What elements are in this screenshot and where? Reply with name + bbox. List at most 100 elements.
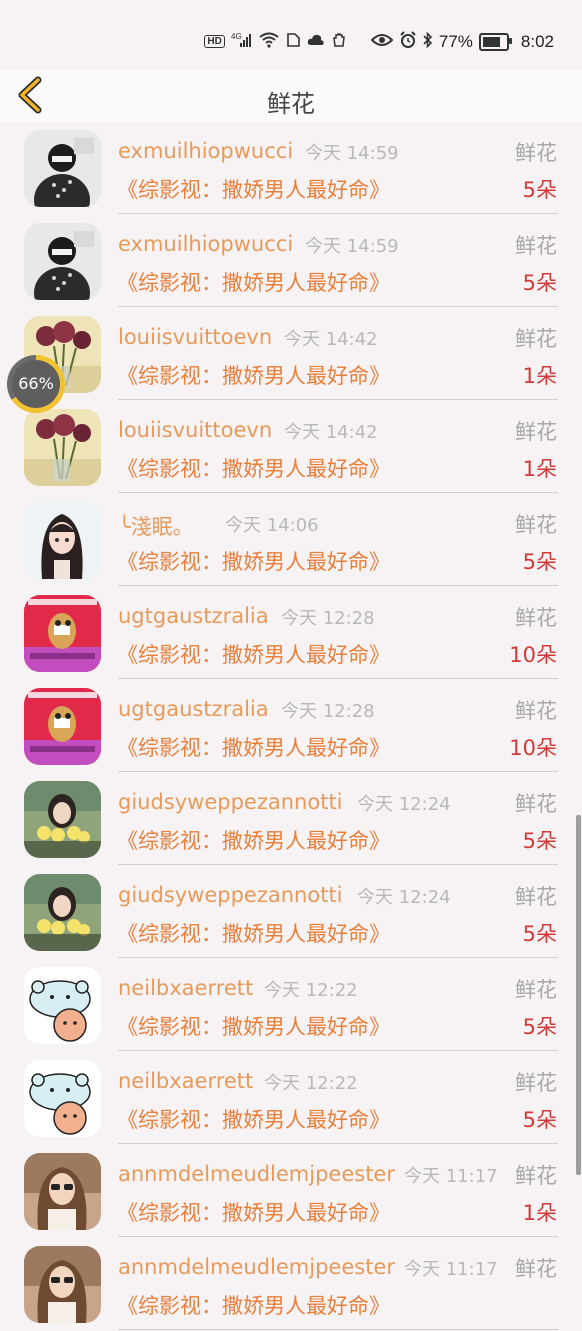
book-title[interactable]: 《综影视：撒娇男人最好命》 bbox=[117, 267, 390, 297]
scrollbar[interactable] bbox=[576, 815, 581, 1175]
timestamp: 今天 14:59 bbox=[305, 236, 399, 257]
divider bbox=[118, 213, 558, 214]
avatar[interactable] bbox=[24, 1060, 101, 1137]
list-item[interactable]: louiisvuittoevn 今天 14:42 鲜花 《综影视：撒娇男人最好命… bbox=[0, 308, 582, 401]
username[interactable]: neilbxaerrett bbox=[118, 1069, 253, 1093]
username[interactable]: louiisvuittoevn bbox=[118, 418, 272, 442]
gift-quantity: 5朵 bbox=[522, 829, 557, 853]
gift-type: 鲜花 bbox=[515, 141, 557, 165]
gift-type: 鲜花 bbox=[515, 234, 557, 258]
avatar[interactable] bbox=[24, 502, 101, 579]
book-title[interactable]: 《综影视：撒娇男人最好命》 bbox=[117, 732, 390, 762]
username[interactable]: giudsyweppezannotti bbox=[118, 883, 343, 907]
book-title[interactable]: 《综影视：撒娇男人最好命》 bbox=[117, 639, 390, 669]
book-title[interactable]: 《综影视：撒娇男人最好命》 bbox=[117, 1197, 390, 1227]
timestamp: 今天 12:22 bbox=[264, 1073, 358, 1094]
signal-icon: 4G bbox=[231, 32, 253, 51]
list-item[interactable]: ╰淺眠。 今天 14:06 鲜花 《综影视：撒娇男人最好命》 5朵 bbox=[0, 494, 582, 587]
book-title[interactable]: 《综影视：撒娇男人最好命》 bbox=[117, 174, 390, 204]
divider bbox=[118, 1236, 558, 1237]
avatar[interactable] bbox=[24, 223, 101, 300]
username[interactable]: exmuilhiopwucci bbox=[118, 232, 293, 256]
gift-quantity: 5朵 bbox=[522, 550, 557, 574]
bluetooth-icon bbox=[423, 31, 433, 52]
list-item[interactable]: neilbxaerrett 今天 12:22 鲜花 《综影视：撒娇男人最好命》 … bbox=[0, 1052, 582, 1145]
book-title[interactable]: 《综影视：撒娇男人最好命》 bbox=[117, 1104, 390, 1134]
list-item[interactable]: giudsyweppezannotti 今天 12:24 鲜花 《综影视：撒娇男… bbox=[0, 773, 582, 866]
avatar[interactable] bbox=[24, 874, 101, 951]
gift-type: 鲜花 bbox=[515, 1071, 557, 1095]
battery-icon bbox=[478, 32, 512, 51]
gift-quantity: 5朵 bbox=[522, 1015, 557, 1039]
divider bbox=[118, 1329, 558, 1330]
avatar[interactable] bbox=[24, 688, 101, 765]
avatar[interactable] bbox=[24, 1153, 101, 1230]
username[interactable]: ugtgaustzralia bbox=[118, 604, 269, 628]
username[interactable]: exmuilhiopwucci bbox=[118, 139, 293, 163]
list-item[interactable]: annmdelmeudlemjpeester 今天 11:17 鲜花 《综影视：… bbox=[0, 1238, 582, 1331]
cloud-icon bbox=[307, 33, 325, 50]
avatar[interactable] bbox=[24, 130, 101, 207]
list-item[interactable]: exmuilhiopwucci 今天 14:59 鲜花 《综影视：撒娇男人最好命… bbox=[0, 215, 582, 308]
gift-type: 鲜花 bbox=[515, 327, 557, 351]
username[interactable]: annmdelmeudlemjpeester bbox=[118, 1255, 395, 1279]
timestamp: 今天 11:17 bbox=[404, 1166, 498, 1187]
divider bbox=[118, 492, 558, 493]
timestamp: 今天 12:28 bbox=[281, 608, 375, 629]
svg-text:4G: 4G bbox=[231, 32, 242, 41]
gift-quantity: 5朵 bbox=[522, 178, 557, 202]
eye-icon bbox=[370, 33, 394, 50]
book-title[interactable]: 《综影视：撒娇男人最好命》 bbox=[117, 453, 390, 483]
list-item[interactable]: annmdelmeudlemjpeester 今天 11:17 鲜花 《综影视：… bbox=[0, 1145, 582, 1238]
progress-label: 66% bbox=[12, 360, 60, 408]
username[interactable]: annmdelmeudlemjpeester bbox=[118, 1162, 395, 1186]
book-title[interactable]: 《综影视：撒娇男人最好命》 bbox=[117, 546, 390, 576]
book-title[interactable]: 《综影视：撒娇男人最好命》 bbox=[117, 825, 390, 855]
timestamp: 今天 14:59 bbox=[305, 143, 399, 164]
gift-quantity: 10朵 bbox=[509, 736, 557, 760]
list-item[interactable]: ugtgaustzralia 今天 12:28 鲜花 《综影视：撒娇男人最好命》… bbox=[0, 680, 582, 773]
gift-type: 鲜花 bbox=[515, 1257, 557, 1281]
avatar[interactable] bbox=[24, 781, 101, 858]
list-item[interactable]: giudsyweppezannotti 今天 12:24 鲜花 《综影视：撒娇男… bbox=[0, 866, 582, 959]
gift-type: 鲜花 bbox=[515, 885, 557, 909]
timestamp: 今天 12:24 bbox=[357, 794, 451, 815]
header-bar: 鲜花 bbox=[0, 70, 582, 122]
gift-type: 鲜花 bbox=[515, 513, 557, 537]
book-title[interactable]: 《综影视：撒娇男人最好命》 bbox=[117, 918, 390, 948]
book-title[interactable]: 《综影视：撒娇男人最好命》 bbox=[117, 360, 390, 390]
username[interactable]: giudsyweppezannotti bbox=[118, 790, 343, 814]
list-item[interactable]: neilbxaerrett 今天 12:22 鲜花 《综影视：撒娇男人最好命》 … bbox=[0, 959, 582, 1052]
avatar[interactable] bbox=[24, 409, 101, 486]
gift-record-list[interactable]: exmuilhiopwucci 今天 14:59 鲜花 《综影视：撒娇男人最好命… bbox=[0, 122, 582, 1331]
avatar[interactable] bbox=[24, 1246, 101, 1323]
divider bbox=[118, 585, 558, 586]
progress-indicator[interactable]: 66% bbox=[7, 355, 65, 413]
hd-icon: HD bbox=[204, 35, 225, 48]
list-item[interactable]: louiisvuittoevn 今天 14:42 鲜花 《综影视：撒娇男人最好命… bbox=[0, 401, 582, 494]
avatar[interactable] bbox=[24, 595, 101, 672]
divider bbox=[118, 1143, 558, 1144]
list-item[interactable]: exmuilhiopwucci 今天 14:59 鲜花 《综影视：撒娇男人最好命… bbox=[0, 122, 582, 215]
alarm-icon bbox=[399, 31, 417, 52]
username[interactable]: louiisvuittoevn bbox=[118, 325, 272, 349]
book-title[interactable]: 《综影视：撒娇男人最好命》 bbox=[117, 1011, 390, 1041]
username[interactable]: neilbxaerrett bbox=[118, 976, 253, 1000]
gift-quantity: 5朵 bbox=[522, 1108, 557, 1132]
username[interactable]: ╰淺眠。 bbox=[118, 511, 194, 541]
list-item[interactable]: ugtgaustzralia 今天 12:28 鲜花 《综影视：撒娇男人最好命》… bbox=[0, 587, 582, 680]
gift-type: 鲜花 bbox=[515, 606, 557, 630]
timestamp: 今天 12:22 bbox=[264, 980, 358, 1001]
username[interactable]: ugtgaustzralia bbox=[118, 697, 269, 721]
divider bbox=[118, 1050, 558, 1051]
book-title[interactable]: 《综影视：撒娇男人最好命》 bbox=[117, 1290, 390, 1320]
gift-type: 鲜花 bbox=[515, 1164, 557, 1188]
avatar[interactable] bbox=[24, 967, 101, 1044]
gift-type: 鲜花 bbox=[515, 699, 557, 723]
divider bbox=[118, 399, 558, 400]
timestamp: 今天 14:42 bbox=[284, 422, 378, 443]
divider bbox=[118, 957, 558, 958]
timestamp: 今天 14:06 bbox=[225, 515, 319, 536]
gift-quantity: 5朵 bbox=[522, 922, 557, 946]
timestamp: 今天 14:42 bbox=[284, 329, 378, 350]
